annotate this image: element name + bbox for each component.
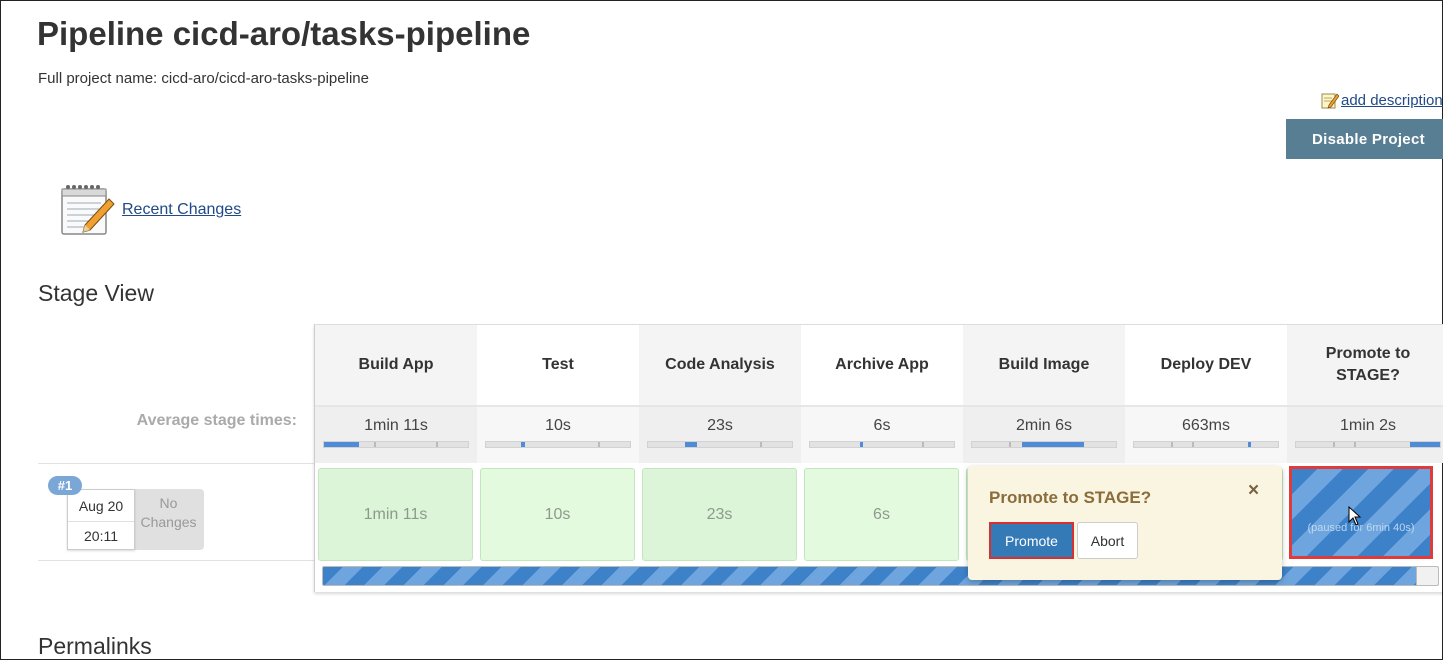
stage-header: Deploy DEV (1125, 325, 1287, 405)
stage-average: 10s (477, 405, 639, 463)
stage-average-time: 2min 6s (1015, 417, 1073, 434)
stage-average-bar (971, 441, 1117, 448)
popover-title: Promote to STAGE? (989, 488, 1152, 507)
run-time: 20:11 (84, 528, 118, 544)
stage-view-heading: Stage View (38, 280, 154, 306)
stage-cell-success[interactable]: 1min 11s (318, 468, 473, 561)
stage-cell-success[interactable]: 10s (480, 468, 635, 561)
stage-average-bar (809, 441, 955, 448)
promote-popover: Promote to STAGE? × Promote Abort (968, 466, 1282, 580)
stage-header: Build Image (963, 325, 1125, 405)
stage-average: 2min 6s (963, 405, 1125, 463)
stage-average: 1min 2s (1287, 405, 1443, 463)
stage-average-time: 10s (545, 417, 571, 434)
stage-cell-success[interactable]: 23s (642, 468, 797, 561)
run-date-box[interactable]: Aug 20 20:11 (67, 489, 135, 550)
row-divider (38, 463, 315, 464)
stage-header: Build App (315, 325, 477, 405)
row-divider (38, 560, 315, 561)
notepad-icon (61, 185, 115, 235)
permalinks-heading: Permalinks (38, 633, 152, 659)
stage-average-bar (485, 441, 631, 448)
stage-average-time: 1min 2s (1339, 417, 1397, 434)
stage-average-bar (1133, 441, 1279, 448)
stage-average: 1min 11s (315, 405, 477, 463)
stage-header: Promote to STAGE? (1287, 325, 1443, 405)
mouse-cursor-icon (1348, 506, 1362, 526)
add-description-label: add description (1341, 92, 1443, 109)
stage-average-time: 23s (707, 417, 733, 434)
stage-average-bar (1295, 441, 1441, 448)
run-number-badge[interactable]: #1 (48, 476, 82, 495)
stage-cell-success[interactable]: 6s (804, 468, 959, 561)
stage-average-time: 6s (873, 417, 891, 434)
disable-project-button[interactable]: Disable Project (1286, 119, 1443, 159)
run-date: Aug 20 (78, 498, 124, 514)
stage-average-time: 1min 11s (364, 417, 428, 434)
stage-average: 6s (801, 405, 963, 463)
edit-icon (1321, 93, 1339, 109)
promote-button[interactable]: Promote (989, 522, 1074, 559)
recent-changes-link[interactable]: Recent Changes (122, 201, 241, 219)
stage-average-bar (647, 441, 793, 448)
stage-header: Code Analysis (639, 325, 801, 405)
stage-average-bar (323, 441, 469, 448)
full-project-name: Full project name: cicd-aro/cicd-aro-tas… (38, 70, 369, 87)
no-changes-box: No Changes (129, 489, 204, 550)
average-stage-times-label: Average stage times: (136, 412, 297, 429)
abort-button[interactable]: Abort (1077, 522, 1138, 559)
close-icon[interactable]: × (1248, 480, 1259, 502)
page-title: Pipeline cicd-aro/tasks-pipeline (37, 15, 531, 52)
stage-average-time: 663ms (1181, 417, 1231, 434)
stage-average: 663ms (1125, 405, 1287, 463)
stage-average: 23s (639, 405, 801, 463)
stage-header: Archive App (801, 325, 963, 405)
add-description-link[interactable]: add description (1321, 91, 1443, 109)
stage-header: Test (477, 325, 639, 405)
